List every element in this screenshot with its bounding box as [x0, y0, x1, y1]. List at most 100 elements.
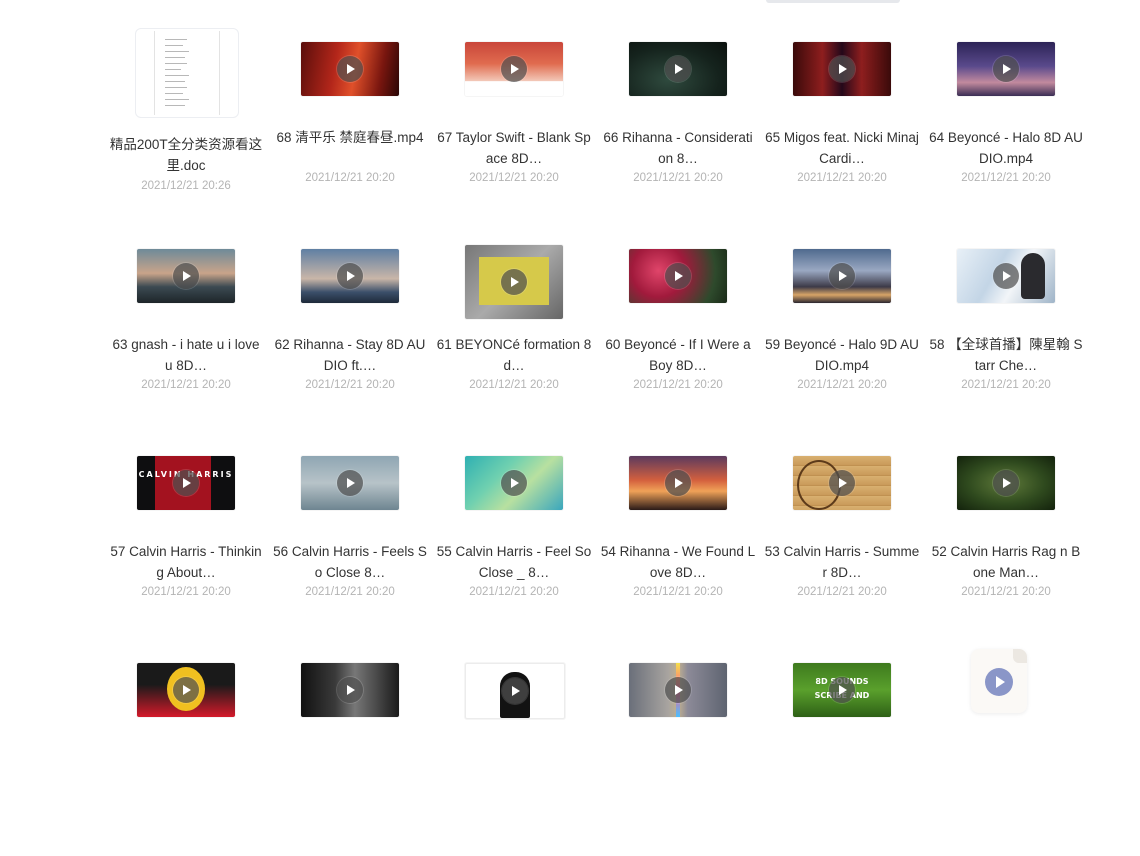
video-thumbnail [629, 663, 727, 717]
file-name: 53 Calvin Harris - Summer 8D… [764, 544, 920, 580]
file-tile[interactable] [596, 649, 760, 856]
video-thumbnail [137, 249, 235, 303]
video-thumbnail [793, 456, 891, 510]
file-date: 2021/12/21 20:20 [469, 379, 559, 391]
file-tile[interactable]: 58 【全球首播】陳星翰 Starr Che… 2021/12/21 20:20 [924, 235, 1088, 442]
video-thumbnail [465, 663, 565, 719]
video-thumbnail [629, 249, 727, 303]
file-tile[interactable]: 65 Migos feat. Nicki Minaj Cardi… 2021/1… [760, 28, 924, 235]
play-icon [993, 56, 1019, 82]
file-name: 61 BEYONCé formation 8d… [436, 337, 592, 373]
play-icon [829, 677, 855, 703]
file-tile[interactable]: 62 Rihanna - Stay 8D AUDIO ft.… 2021/12/… [268, 235, 432, 442]
file-tile[interactable]: 52 Calvin Harris Rag n Bone Man… 2021/12… [924, 442, 1088, 649]
play-icon [501, 56, 527, 82]
play-icon [829, 470, 855, 496]
file-grid: 精品200T全分类资源看这里.doc 2021/12/21 20:26 68 清… [104, 28, 1088, 856]
play-icon [173, 470, 199, 496]
video-thumbnail [629, 456, 727, 510]
file-date: 2021/12/21 20:20 [961, 379, 1051, 391]
file-date: 2021/12/21 20:20 [797, 379, 887, 391]
video-thumbnail [465, 245, 563, 319]
file-date: 2021/12/21 20:26 [141, 180, 231, 192]
top-scroll-indicator [766, 0, 900, 3]
file-date: 2021/12/21 20:20 [469, 586, 559, 598]
file-date: 2021/12/21 20:20 [633, 172, 723, 184]
file-date: 2021/12/21 20:20 [305, 172, 395, 184]
video-thumbnail [793, 249, 891, 303]
file-date: 2021/12/21 20:20 [633, 586, 723, 598]
file-name: 56 Calvin Harris - Feels So Close 8… [273, 544, 427, 580]
file-tile[interactable]: 63 gnash - i hate u i love u 8D… 2021/12… [104, 235, 268, 442]
video-thumbnail [629, 42, 727, 96]
play-icon [829, 263, 855, 289]
file-name: 58 【全球首播】陳星翰 Starr Che… [929, 337, 1083, 373]
file-name: 55 Calvin Harris - Feel So Close _ 8… [436, 544, 592, 580]
file-name: 62 Rihanna - Stay 8D AUDIO ft.… [274, 337, 426, 373]
file-date: 2021/12/21 20:20 [141, 586, 231, 598]
file-tile[interactable] [432, 649, 596, 856]
doc-thumbnail [135, 28, 239, 118]
video-file-icon [971, 649, 1027, 713]
file-name: 59 Beyoncé - Halo 9D AUDIO.mp4 [765, 337, 919, 373]
file-date: 2021/12/21 20:20 [633, 379, 723, 391]
file-tile[interactable]: 64 Beyoncé - Halo 8D AUDIO.mp4 2021/12/2… [924, 28, 1088, 235]
file-name: 57 Calvin Harris - Thinking About… [110, 544, 262, 580]
play-icon [337, 470, 363, 496]
video-thumbnail [957, 249, 1055, 303]
file-name: 60 Beyoncé - If I Were a Boy 8D… [605, 337, 751, 373]
video-thumbnail [465, 456, 563, 510]
play-icon [337, 263, 363, 289]
file-date: 2021/12/21 20:20 [469, 172, 559, 184]
file-name: 54 Rihanna - We Found Love 8D… [600, 544, 756, 580]
file-name: 68 清平乐 禁庭春昼.mp4 [276, 130, 424, 145]
play-icon [501, 269, 527, 295]
video-thumbnail [957, 456, 1055, 510]
play-icon [985, 668, 1013, 696]
file-name: 65 Migos feat. Nicki Minaj Cardi… [765, 130, 919, 166]
file-date: 2021/12/21 20:20 [141, 379, 231, 391]
file-tile[interactable]: 68 清平乐 禁庭春昼.mp4 2021/12/21 20:20 [268, 28, 432, 235]
video-thumbnail [301, 42, 399, 96]
play-icon [829, 56, 855, 82]
file-name: 67 Taylor Swift - Blank Space 8D… [437, 130, 591, 166]
video-thumbnail [137, 663, 235, 717]
video-thumbnail [301, 456, 399, 510]
file-tile[interactable]: 61 BEYONCé formation 8d… 2021/12/21 20:2… [432, 235, 596, 442]
file-name: 精品200T全分类资源看这里.doc [109, 137, 263, 173]
file-tile[interactable]: 55 Calvin Harris - Feel So Close _ 8… 20… [432, 442, 596, 649]
file-tile[interactable] [104, 649, 268, 856]
video-thumbnail [957, 42, 1055, 96]
file-name: 66 Rihanna - Consideration 8… [603, 130, 753, 166]
file-tile[interactable]: 53 Calvin Harris - Summer 8D… 2021/12/21… [760, 442, 924, 649]
file-date: 2021/12/21 20:20 [797, 172, 887, 184]
play-icon [337, 56, 363, 82]
play-icon [502, 678, 528, 704]
play-icon [501, 470, 527, 496]
file-tile[interactable] [924, 649, 1088, 856]
file-tile[interactable]: 56 Calvin Harris - Feels So Close 8… 202… [268, 442, 432, 649]
play-icon [173, 677, 199, 703]
file-date: 2021/12/21 20:20 [961, 172, 1051, 184]
file-tile[interactable] [268, 649, 432, 856]
video-thumbnail [465, 42, 563, 96]
play-icon [993, 263, 1019, 289]
file-tile[interactable]: CALVIN HARRIS 57 Calvin Harris - Thinkin… [104, 442, 268, 649]
video-thumbnail [301, 249, 399, 303]
file-tile[interactable]: 59 Beyoncé - Halo 9D AUDIO.mp4 2021/12/2… [760, 235, 924, 442]
file-date: 2021/12/21 20:20 [305, 586, 395, 598]
file-date: 2021/12/21 20:20 [797, 586, 887, 598]
video-thumbnail: CALVIN HARRIS [137, 456, 235, 510]
file-tile[interactable]: 66 Rihanna - Consideration 8… 2021/12/21… [596, 28, 760, 235]
doc-page-preview [154, 31, 220, 115]
play-icon [337, 677, 363, 703]
file-tile[interactable]: 8D SOUNDS SCRIBE AND [760, 649, 924, 856]
file-tile[interactable]: 67 Taylor Swift - Blank Space 8D… 2021/1… [432, 28, 596, 235]
file-name: 63 gnash - i hate u i love u 8D… [112, 337, 260, 373]
file-date: 2021/12/21 20:20 [305, 379, 395, 391]
file-tile[interactable]: 60 Beyoncé - If I Were a Boy 8D… 2021/12… [596, 235, 760, 442]
play-icon [665, 677, 691, 703]
file-tile[interactable]: 54 Rihanna - We Found Love 8D… 2021/12/2… [596, 442, 760, 649]
file-tile[interactable]: 精品200T全分类资源看这里.doc 2021/12/21 20:26 [104, 28, 268, 235]
play-icon [665, 263, 691, 289]
